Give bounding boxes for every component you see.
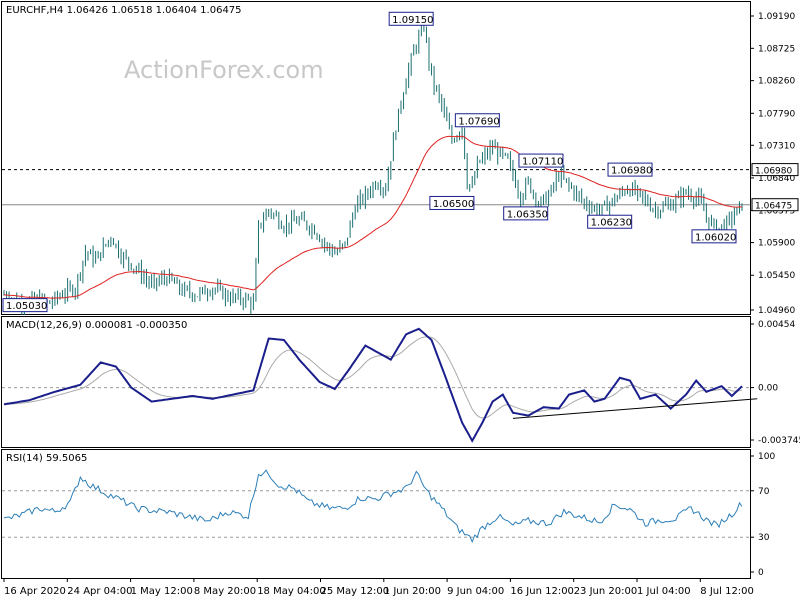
price-annotation: 1.06350 [503,206,549,221]
annotation-label: 1.07110 [522,157,563,168]
watermark: ActionForex.com [124,56,324,84]
rsi-ytick-label: 100 [758,452,775,462]
xtick-label: 18 May 04:00 [257,586,326,597]
price-ytick-label: 1.07310 [758,141,795,151]
annotation-label: 1.06350 [507,209,548,220]
xtick-label: 16 Jun 12:00 [510,586,574,597]
macd-title: MACD(12,26,9) 0.000081 -0.000350 [6,320,187,331]
macd-ytick-label: 0.00454 [758,320,795,330]
price-title: EURCHF,H4 1.06426 1.06518 1.06404 1.0647… [6,5,242,16]
macd-ytick-label: 0.00 [758,384,778,394]
annotation-label: 1.05030 [6,301,47,312]
xtick-label: 8 Jul 12:00 [700,586,754,597]
price-ytick-label: 1.08260 [758,77,795,87]
price-annotation: 1.07110 [518,153,564,168]
price-ytick-label: 1.09190 [758,12,795,22]
price-ytick-label: 1.04960 [758,306,795,316]
rsi-ytick-label: 30 [758,533,770,543]
price-ytick-label: 1.07790 [758,109,795,119]
macd-panel-frame [1,316,751,448]
xtick-label: 1 Jul 04:00 [637,586,691,597]
price-annotation: 1.06500 [429,195,475,210]
rsi-ytick-label: 0 [758,568,764,578]
price-annotation: 1.06980 [607,162,653,177]
xtick-label: 8 May 20:00 [194,586,256,597]
rsi-title: RSI(14) 59.5065 [6,453,87,464]
annotation-label: 1.06020 [695,232,736,243]
price-annotation: 1.06230 [587,214,633,229]
xtick-label: 16 Apr 2020 [4,586,66,597]
xtick-label: 1 May 12:00 [131,586,193,597]
price-ytick-label: 1.08725 [758,44,795,54]
xtick-label: 1 Jun 20:00 [384,586,441,597]
price-annotation: 1.09150 [388,11,434,26]
rsi-panel-frame [1,449,751,579]
price-panel-frame [1,1,751,315]
xtick-label: 9 Jun 04:00 [447,586,504,597]
chart-root: ActionForex.com 1.09150 1.07690 1.07110 1.0… [1,1,800,597]
price-ytick-label: 1.05900 [758,239,795,249]
price-annotation: 1.07690 [454,113,500,128]
annotation-label: 1.07690 [458,116,499,127]
macd-ytick-label: -0.003745 [758,436,800,446]
price-ytick-label: 1.05450 [758,271,795,281]
last-price-label: 1.06475 [755,202,792,212]
xtick-label: 23 Jun 20:00 [574,586,638,597]
annotation-label: 1.06500 [433,199,474,210]
resistance-price-label: 1.06980 [755,167,792,177]
annotation-label: 1.09150 [392,15,433,26]
xtick-label: 25 May 12:00 [321,586,390,597]
rsi-ytick-label: 70 [758,487,770,497]
xtick-label: 24 Apr 04:00 [67,586,132,597]
annotation-label: 1.06230 [591,218,632,229]
price-annotation: 1.05030 [2,298,48,313]
annotation-label: 1.06980 [611,166,652,177]
price-annotation: 1.06020 [691,229,737,244]
